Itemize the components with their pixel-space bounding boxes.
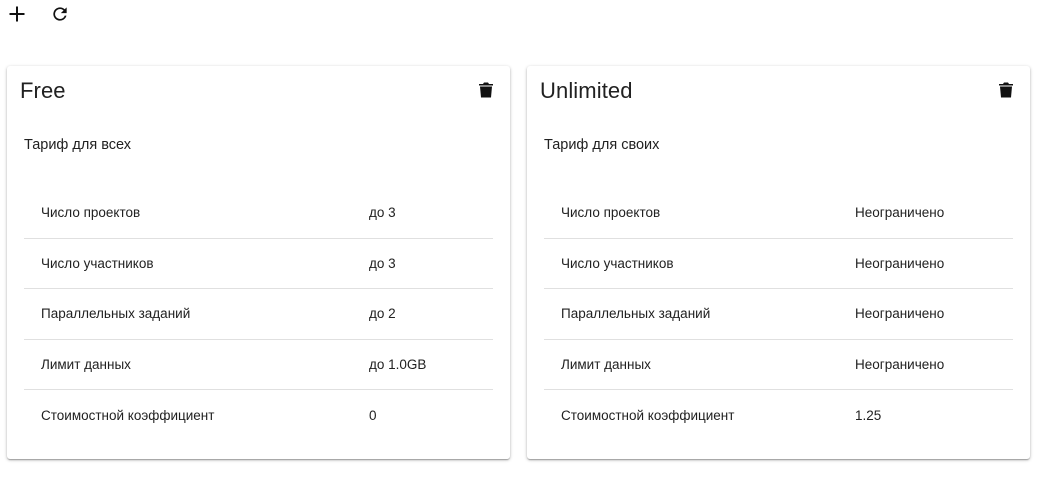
plan-title: Free [20, 78, 66, 103]
plan-description: Тариф для всех [24, 137, 131, 153]
spec-value: Неограничено [855, 205, 945, 221]
spec-label: Лимит данных [544, 338, 855, 390]
plan-specs-table: Число проектов до 3 Число участников до … [24, 188, 493, 440]
spec-label: Параллельных заданий [24, 288, 369, 340]
plan-specs-table: Число проектов Неограничено Число участн… [544, 188, 1013, 440]
spec-label: Число участников [24, 237, 369, 289]
spec-row: Число проектов до 3 [24, 188, 493, 238]
spec-row: Число участников до 3 [24, 237, 493, 289]
spec-value: до 3 [369, 205, 396, 221]
spec-value: до 2 [369, 288, 493, 340]
refresh-icon [53, 7, 67, 21]
plan-card-free: Free Тариф для всех Число проектов до 3 … [7, 66, 510, 459]
delete-plan-button[interactable] [476, 80, 496, 100]
plan-description: Тариф для своих [544, 137, 660, 153]
spec-row: Стоимостной коэффициент 0 [24, 389, 493, 440]
refresh-button[interactable] [46, 0, 74, 28]
spec-row: Лимит данных до 1.0GB [24, 338, 493, 390]
spec-label: Число участников [544, 237, 855, 289]
spec-row: Параллельных заданий Неограничено [544, 288, 1013, 340]
spec-label: Стоимостной коэффициент [544, 389, 855, 440]
spec-value: до 3 [369, 237, 493, 289]
spec-value: 0 [369, 389, 493, 440]
add-button[interactable] [3, 0, 31, 28]
plus-icon [9, 6, 25, 22]
spec-value: до 1.0GB [369, 338, 493, 390]
toolbar [0, 0, 100, 30]
spec-row: Параллельных заданий до 2 [24, 288, 493, 340]
plan-title: Unlimited [540, 78, 633, 103]
spec-label: Число проектов [561, 205, 661, 221]
spec-label: Стоимостной коэффициент [24, 389, 369, 440]
plan-card-unlimited: Unlimited Тариф для своих Число проектов… [527, 66, 1030, 459]
trash-icon [999, 82, 1013, 98]
spec-row: Лимит данных Неограничено [544, 338, 1013, 390]
spec-row: Число участников Неограничено [544, 237, 1013, 289]
spec-label: Параллельных заданий [544, 288, 855, 340]
spec-label: Лимит данных [24, 338, 369, 390]
trash-icon [479, 82, 493, 98]
spec-value: Неограничено [855, 237, 1013, 289]
spec-row: Стоимостной коэффициент 1.25 [544, 389, 1013, 440]
spec-row: Число проектов Неограничено [544, 188, 1013, 238]
spec-value: 1.25 [855, 389, 1013, 440]
spec-label: Число проектов [41, 205, 141, 221]
spec-value: Неограничено [855, 338, 1013, 390]
delete-plan-button[interactable] [996, 80, 1016, 100]
spec-value: Неограничено [855, 288, 1013, 340]
